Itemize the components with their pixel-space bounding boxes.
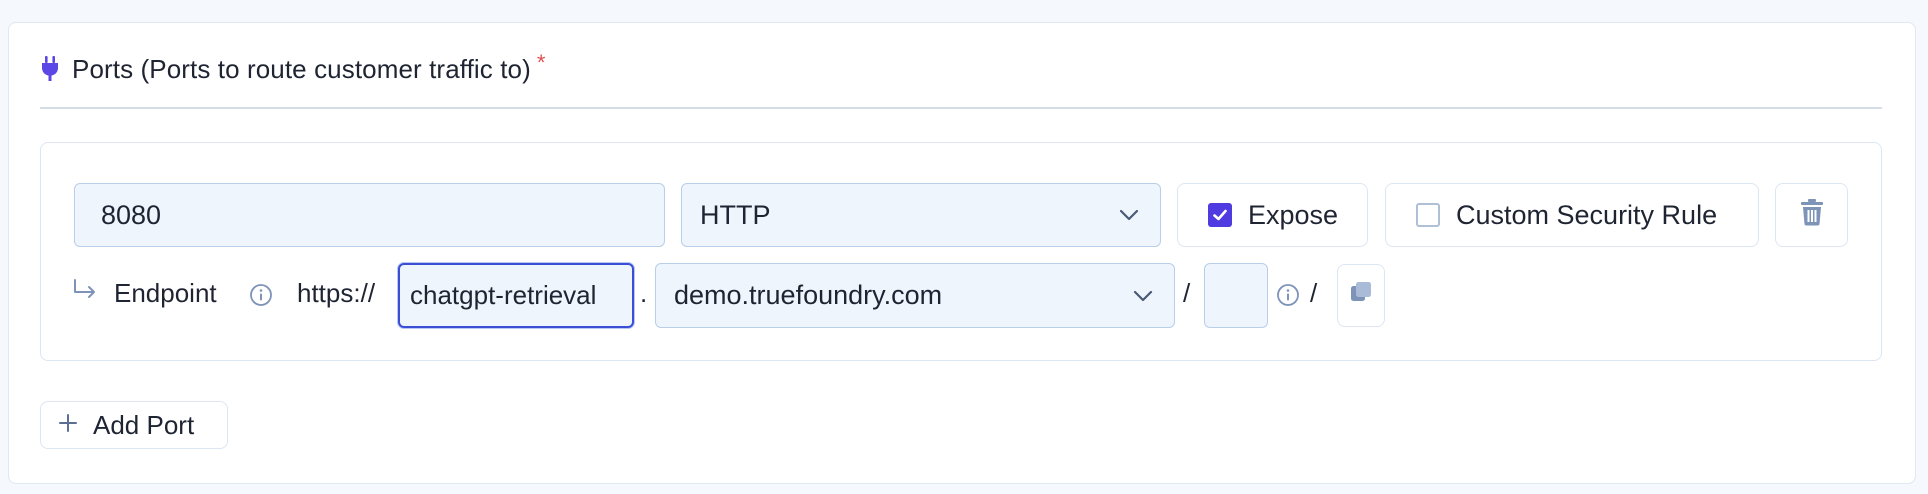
copy-icon [1349,280,1373,311]
port-number-input[interactable]: 8080 [74,183,665,247]
section-divider [40,107,1882,109]
port-number-value: 8080 [101,199,162,230]
path-input[interactable] [1204,263,1268,328]
port-entry [40,142,1882,361]
domain-separator: . [640,278,648,308]
chevron-down-icon [1116,202,1142,228]
expose-label: Expose [1248,199,1339,230]
required-indicator: * [536,50,546,75]
endpoint-scheme: https:// [297,278,376,308]
info-icon[interactable] [249,283,273,307]
expose-checkbox[interactable] [1208,203,1232,227]
add-port-button[interactable]: Add Port [40,401,228,449]
section-header: Ports (Ports to route customer traffic t… [40,48,545,90]
endpoint-label: Endpoint [114,278,217,308]
domain-value: demo.truefoundry.com [674,280,943,310]
chevron-down-icon [1130,283,1156,309]
protocol-select[interactable]: HTTP [681,183,1161,247]
subdomain-input[interactable]: chatgpt-retrieval [398,263,634,328]
path-slash: / [1183,278,1191,308]
domain-select[interactable]: demo.truefoundry.com [655,263,1175,328]
subdomain-value: chatgpt-retrieval [410,280,597,310]
copy-endpoint-button[interactable] [1337,264,1385,327]
custom-security-rule-label: Custom Security Rule [1456,199,1718,230]
custom-security-rule-toggle[interactable]: Custom Security Rule [1385,183,1759,247]
delete-port-button[interactable] [1775,183,1848,247]
subdirectory-arrow-icon [72,279,98,301]
custom-security-rule-checkbox[interactable] [1416,203,1440,227]
path-info-icon[interactable] [1276,283,1300,307]
trailing-slash: / [1310,278,1318,308]
add-port-label: Add Port [93,409,195,440]
plus-icon [57,410,79,441]
protocol-value: HTTP [700,199,771,230]
trash-icon [1800,198,1824,233]
plug-icon [40,55,60,83]
expose-toggle[interactable]: Expose [1177,183,1368,247]
section-title: Ports (Ports to route customer traffic t… [72,53,531,84]
